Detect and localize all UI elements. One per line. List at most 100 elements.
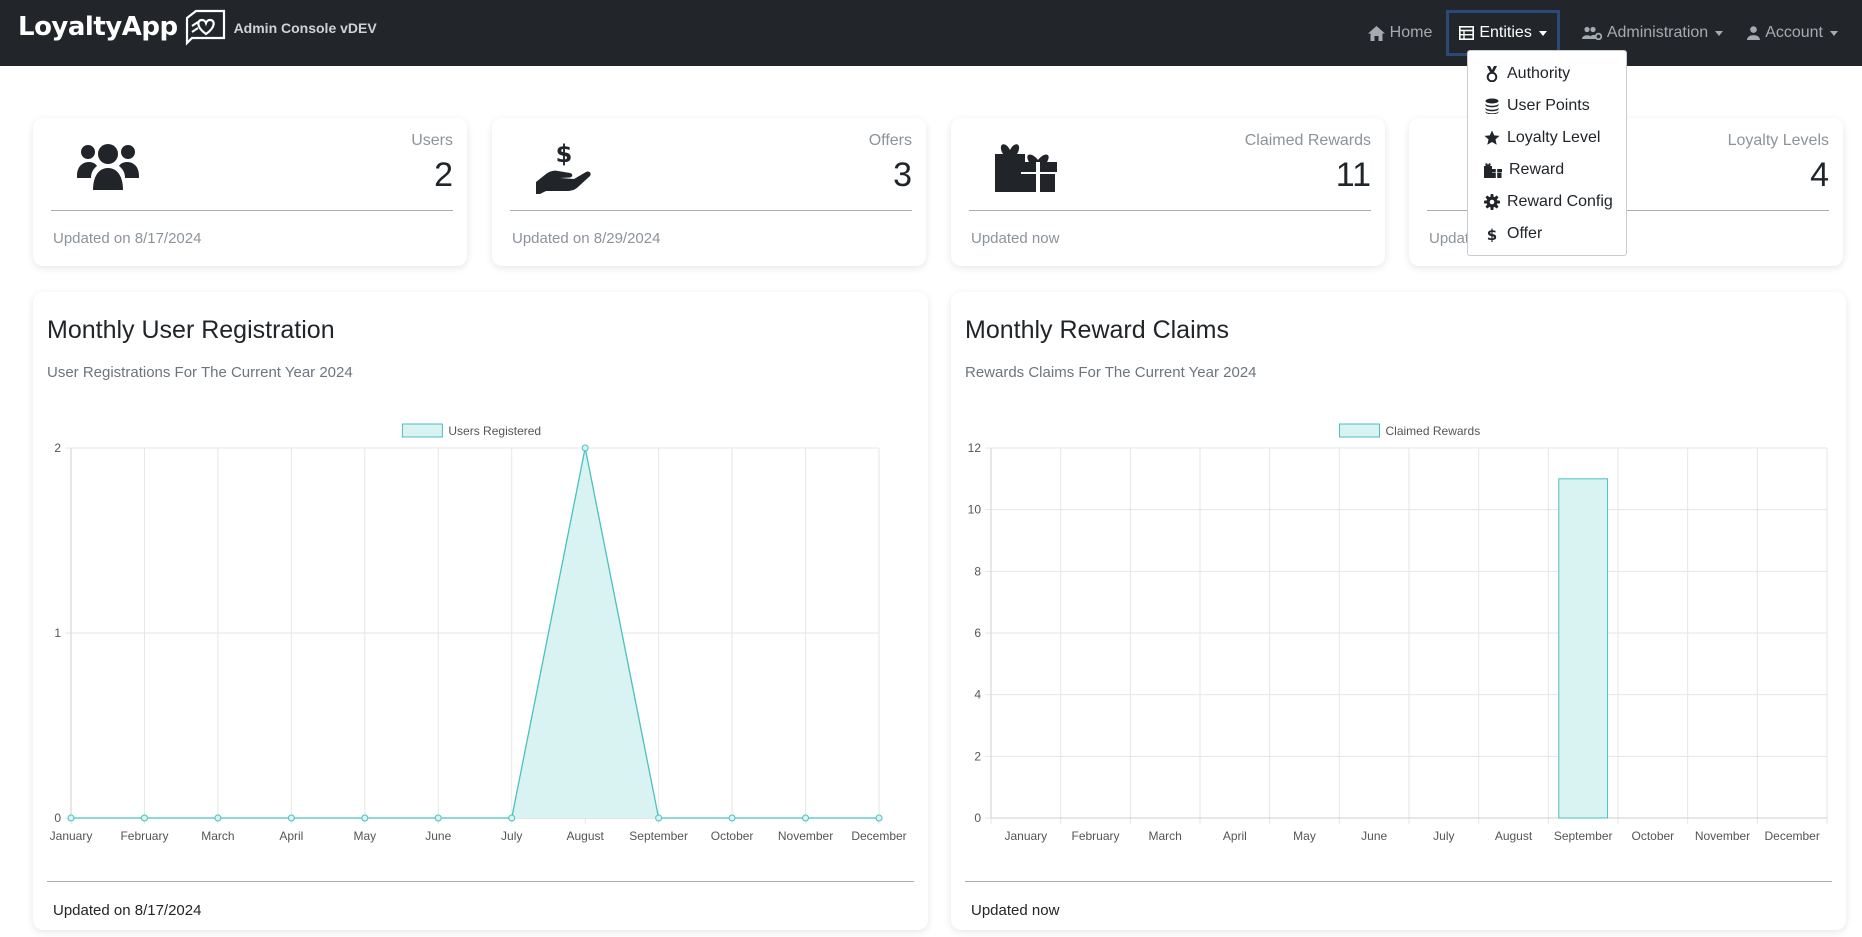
x-tick-label: November: [778, 829, 833, 843]
y-tick-label: 10: [968, 503, 982, 517]
x-tick-label: September: [629, 829, 688, 843]
x-tick-label: February: [1071, 829, 1119, 843]
menu-item-label: User Points: [1507, 97, 1590, 114]
gifts-icon: [995, 144, 1057, 192]
chevron-down-icon: [1538, 30, 1547, 36]
menu-item-offer[interactable]: $ Offer: [1468, 218, 1626, 250]
divider: [51, 210, 453, 211]
user-icon: [1747, 26, 1761, 40]
y-tick-label: 2: [974, 749, 981, 763]
data-point: [875, 814, 883, 822]
menu-item-authority[interactable]: Authority: [1468, 58, 1626, 90]
data-point: [67, 814, 75, 822]
x-tick-label: January: [1004, 829, 1047, 843]
legend-swatch: [401, 423, 443, 438]
stat-footer: Updated now: [971, 230, 1060, 247]
data-point: [287, 814, 295, 822]
stat-value: 3: [893, 156, 912, 194]
stat-label: Offers: [868, 132, 912, 149]
hand-dollar-icon: $: [536, 142, 591, 194]
star-icon: [1484, 130, 1500, 145]
divider: [965, 881, 1832, 882]
x-tick-label: July: [1433, 829, 1454, 843]
stat-value: 2: [434, 156, 453, 194]
stat-card-offers: $ Offers 3 Updated on 8/29/2024: [492, 118, 926, 266]
y-tick-label: 2: [54, 441, 61, 455]
x-tick-label: October: [711, 829, 754, 843]
x-tick-label: April: [279, 829, 303, 843]
brand-name: LoyaltyApp: [18, 12, 178, 42]
divider: [510, 210, 912, 211]
divider: [969, 210, 1371, 211]
stat-value: 11: [1335, 156, 1371, 194]
gifts-icon: [1484, 163, 1502, 178]
nav-account-label: Account: [1765, 24, 1823, 41]
gear-icon: [1484, 194, 1500, 210]
stat-label: Users: [411, 132, 453, 149]
stat-footer: Updated on 8/17/2024: [53, 230, 202, 247]
y-tick-label: 1: [54, 626, 61, 640]
chart-footer: Updated now: [971, 902, 1060, 919]
menu-item-label: Reward: [1509, 161, 1565, 178]
y-tick-label: 4: [974, 688, 981, 702]
stat-value: 4: [1810, 156, 1829, 194]
svg-text:$: $: [1487, 226, 1497, 242]
chart-card-user-registration: Monthly User Registration User Registrat…: [33, 292, 928, 930]
y-tick-label: 0: [974, 811, 981, 825]
menu-item-reward[interactable]: Reward: [1468, 154, 1626, 186]
nav-entities-label: Entities: [1479, 24, 1532, 41]
x-tick-label: October: [1631, 829, 1674, 843]
brand[interactable]: LoyaltyApp Admin Console vDEV: [18, 8, 377, 46]
x-tick-label: May: [353, 829, 376, 843]
x-tick-label: December: [851, 829, 906, 843]
data-point: [434, 814, 442, 822]
table-icon: [1459, 26, 1475, 40]
svg-text:$: $: [556, 142, 573, 168]
chart-footer: Updated on 8/17/2024: [53, 902, 202, 919]
y-tick-label: 12: [968, 441, 982, 455]
legend-swatch: [1339, 423, 1380, 438]
brand-subtitle: Admin Console vDEV: [233, 20, 377, 36]
x-tick-label: June: [425, 829, 451, 843]
x-tick-label: July: [501, 829, 522, 843]
y-tick-label: 0: [54, 811, 61, 825]
logo-icon: [185, 9, 225, 46]
stat-label: Loyalty Levels: [1727, 132, 1829, 149]
nav-account[interactable]: Account: [1737, 13, 1848, 53]
data-point: [581, 444, 589, 452]
menu-item-label: Offer: [1507, 225, 1543, 242]
data-point: [508, 814, 516, 822]
nav-home[interactable]: Home: [1358, 13, 1443, 53]
stat-footer: Updated on 8/29/2024: [512, 230, 661, 247]
data-point: [655, 814, 663, 822]
entities-dropdown-menu: Authority User Points Loyalty Level Rewa…: [1467, 50, 1627, 256]
data-point: [140, 814, 148, 822]
data-point: [802, 814, 810, 822]
dollar-icon: $: [1487, 226, 1497, 242]
menu-item-user-points[interactable]: User Points: [1468, 90, 1626, 122]
nav-administration[interactable]: Administration: [1572, 13, 1733, 53]
user-registration-chart: 0 1 2 January February March April May June July A…: [50, 423, 907, 843]
data-point: [728, 814, 736, 822]
menu-item-label: Reward Config: [1507, 193, 1613, 210]
x-tick-label: June: [1361, 829, 1387, 843]
data-point: [361, 814, 369, 822]
users-cog-icon: [1581, 26, 1602, 40]
bar: [1558, 478, 1609, 819]
chevron-down-icon: [1715, 30, 1724, 36]
menu-item-reward-config[interactable]: Reward Config: [1468, 186, 1626, 218]
stat-card-users: Users 2 Updated on 8/17/2024: [33, 118, 467, 266]
coins-icon: [1485, 98, 1499, 114]
x-tick-label: March: [201, 829, 234, 843]
x-tick-label: April: [1223, 829, 1247, 843]
legend-label: Users Registered: [448, 424, 541, 438]
x-tick-label: May: [1293, 829, 1316, 843]
menu-item-label: Loyalty Level: [1507, 129, 1601, 146]
chart-card-reward-claims: Monthly Reward Claims Rewards Claims For…: [951, 292, 1846, 930]
users-icon: [77, 144, 139, 190]
stat-card-claimed-rewards: Claimed Rewards 11 Updated now: [951, 118, 1385, 266]
x-tick-label: December: [1764, 829, 1819, 843]
menu-item-loyalty-level[interactable]: Loyalty Level: [1468, 122, 1626, 154]
medal-icon: [1486, 66, 1498, 82]
divider: [47, 881, 914, 882]
